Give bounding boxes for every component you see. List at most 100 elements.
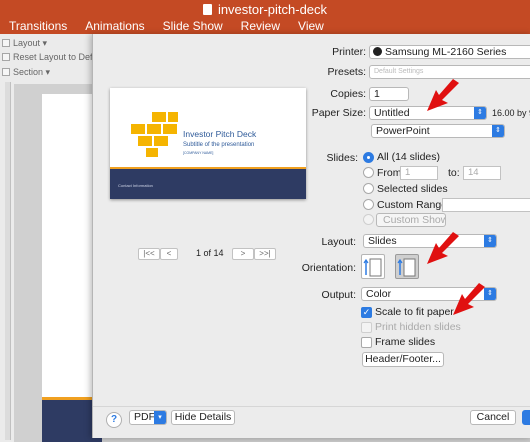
ribbon: investor-pitch-deck Transitions Animatio… bbox=[0, 0, 530, 34]
to-input[interactable]: 14 bbox=[463, 166, 501, 180]
presets-select[interactable]: Default Settings bbox=[369, 65, 530, 79]
prev-page-label: < bbox=[166, 249, 172, 258]
preview-contact: Contact Information bbox=[118, 183, 153, 188]
portrait-icon bbox=[363, 258, 382, 277]
from-input[interactable]: 1 bbox=[400, 166, 438, 180]
logo-block bbox=[152, 112, 166, 122]
hide-details-button[interactable]: Hide Details bbox=[171, 410, 235, 425]
layout-menu-label: Layout bbox=[13, 38, 41, 48]
copies-value: 1 bbox=[374, 88, 380, 100]
prev-page-button[interactable]: < bbox=[160, 248, 178, 260]
presets-label: Presets: bbox=[327, 66, 366, 78]
next-page-label: > bbox=[240, 249, 246, 258]
help-button[interactable]: ? bbox=[106, 412, 122, 428]
app-section-value: PowerPoint bbox=[376, 125, 430, 137]
page-indicator: 1 of 14 bbox=[196, 248, 224, 258]
layout-menu-caret: ▾ bbox=[42, 38, 48, 48]
slides-custom-range-radio[interactable] bbox=[363, 199, 374, 210]
tab-animations[interactable]: Animations bbox=[76, 19, 153, 33]
logo-block bbox=[131, 124, 145, 134]
copies-input[interactable]: 1 bbox=[369, 87, 409, 101]
printer-label: Printer: bbox=[332, 46, 366, 58]
hide-details-label: Hide Details bbox=[174, 411, 232, 423]
annotation-arrow-icon bbox=[453, 283, 485, 315]
cancel-button[interactable]: Cancel bbox=[470, 410, 516, 425]
last-page-button[interactable]: >>| bbox=[254, 248, 276, 260]
custom-shows-label: Custom Shows bbox=[383, 214, 445, 226]
landscape-orientation-button[interactable] bbox=[395, 254, 419, 279]
presets-value: Default Settings bbox=[374, 68, 424, 75]
print-preview: Investor Pitch Deck Subtitle of the pres… bbox=[110, 88, 306, 199]
print-hidden-checkbox[interactable] bbox=[361, 322, 372, 333]
section-menu-caret: ▾ bbox=[45, 67, 51, 77]
printer-icon bbox=[373, 47, 382, 56]
section-menu-label: Section bbox=[13, 67, 44, 77]
print-hidden-label: Print hidden slides bbox=[375, 321, 461, 333]
scale-to-fit-label: Scale to fit paper bbox=[375, 306, 454, 318]
annotation-arrow-icon bbox=[427, 79, 459, 111]
print-dialog: Investor Pitch Deck Subtitle of the pres… bbox=[92, 34, 530, 438]
paper-size-dimensions: 16.00 by 9.0 bbox=[492, 108, 530, 118]
pdf-label: PDF bbox=[134, 411, 155, 423]
slides-label: Slides: bbox=[326, 152, 358, 164]
copies-label: Copies: bbox=[330, 88, 366, 100]
output-value: Color bbox=[366, 288, 392, 300]
document-icon bbox=[202, 4, 212, 15]
preview-title: Investor Pitch Deck bbox=[183, 129, 257, 139]
app-section-chevron-icon: ⇕ bbox=[492, 125, 504, 137]
slides-custom-shows-radio[interactable] bbox=[363, 214, 374, 225]
window-title: investor-pitch-deck bbox=[0, 2, 530, 17]
custom-range-input[interactable] bbox=[442, 198, 530, 212]
logo-block bbox=[154, 136, 168, 146]
layout-chevron-icon: ⇕ bbox=[484, 235, 496, 247]
portrait-orientation-button[interactable] bbox=[361, 254, 385, 279]
next-page-button[interactable]: > bbox=[232, 248, 254, 260]
reset-icon bbox=[2, 53, 10, 61]
slides-all-radio[interactable] bbox=[363, 152, 374, 163]
first-page-button[interactable]: |<< bbox=[138, 248, 160, 260]
last-page-label: >>| bbox=[259, 249, 271, 258]
orientation-label: Orientation: bbox=[301, 262, 356, 274]
slides-selected-radio[interactable] bbox=[363, 183, 374, 194]
logo-block bbox=[138, 136, 152, 146]
logo-block bbox=[147, 124, 161, 134]
section-icon bbox=[2, 68, 10, 76]
print-button[interactable] bbox=[522, 410, 530, 425]
landscape-icon bbox=[397, 258, 416, 277]
tab-transitions[interactable]: Transitions bbox=[0, 19, 76, 33]
slides-custom-range-label: Custom Range: bbox=[377, 199, 450, 211]
pdf-chevron-icon: ▾ bbox=[154, 411, 166, 424]
annotation-arrow-icon bbox=[427, 232, 459, 264]
pdf-menu-button[interactable]: PDF ▾ bbox=[129, 410, 167, 425]
cancel-label: Cancel bbox=[476, 411, 510, 423]
paper-size-value: Untitled bbox=[374, 107, 410, 119]
app-background: Layout ▾ Reset Layout to Default Section… bbox=[0, 34, 107, 442]
logo-block bbox=[146, 148, 158, 157]
from-value: 1 bbox=[405, 167, 411, 178]
slide-editing-area bbox=[14, 84, 102, 442]
header-footer-button[interactable]: Header/Footer... bbox=[362, 352, 444, 367]
custom-shows-select[interactable]: Custom Shows bbox=[376, 213, 446, 227]
printer-value: Samsung ML-2160 Series bbox=[385, 46, 507, 58]
frame-slides-checkbox[interactable] bbox=[361, 337, 372, 348]
slides-selected-label: Selected slides bbox=[377, 183, 448, 195]
bottom-divider bbox=[93, 406, 530, 407]
tab-view[interactable]: View bbox=[289, 19, 333, 33]
layout-label: Layout: bbox=[321, 236, 356, 248]
app-section-select[interactable]: PowerPoint ⇕ bbox=[371, 124, 505, 138]
header-footer-label: Header/Footer... bbox=[365, 353, 441, 365]
tab-slide-show[interactable]: Slide Show bbox=[154, 19, 232, 33]
output-label: Output: bbox=[321, 289, 356, 301]
ribbon-tabs: Transitions Animations Slide Show Review… bbox=[0, 19, 333, 33]
paper-size-label: Paper Size: bbox=[311, 107, 366, 119]
scale-to-fit-checkbox[interactable]: ✓ bbox=[361, 307, 372, 318]
thumbnail-pane[interactable] bbox=[5, 82, 11, 440]
slides-from-radio[interactable] bbox=[363, 167, 374, 178]
tab-review[interactable]: Review bbox=[232, 19, 289, 33]
first-page-label: |<< bbox=[143, 249, 155, 258]
window-title-text: investor-pitch-deck bbox=[217, 2, 328, 17]
layout-icon bbox=[2, 39, 10, 47]
printer-select[interactable]: Samsung ML-2160 Series bbox=[369, 45, 530, 59]
paper-size-chevron-icon: ⇕ bbox=[474, 107, 486, 119]
to-value: 14 bbox=[468, 167, 479, 178]
